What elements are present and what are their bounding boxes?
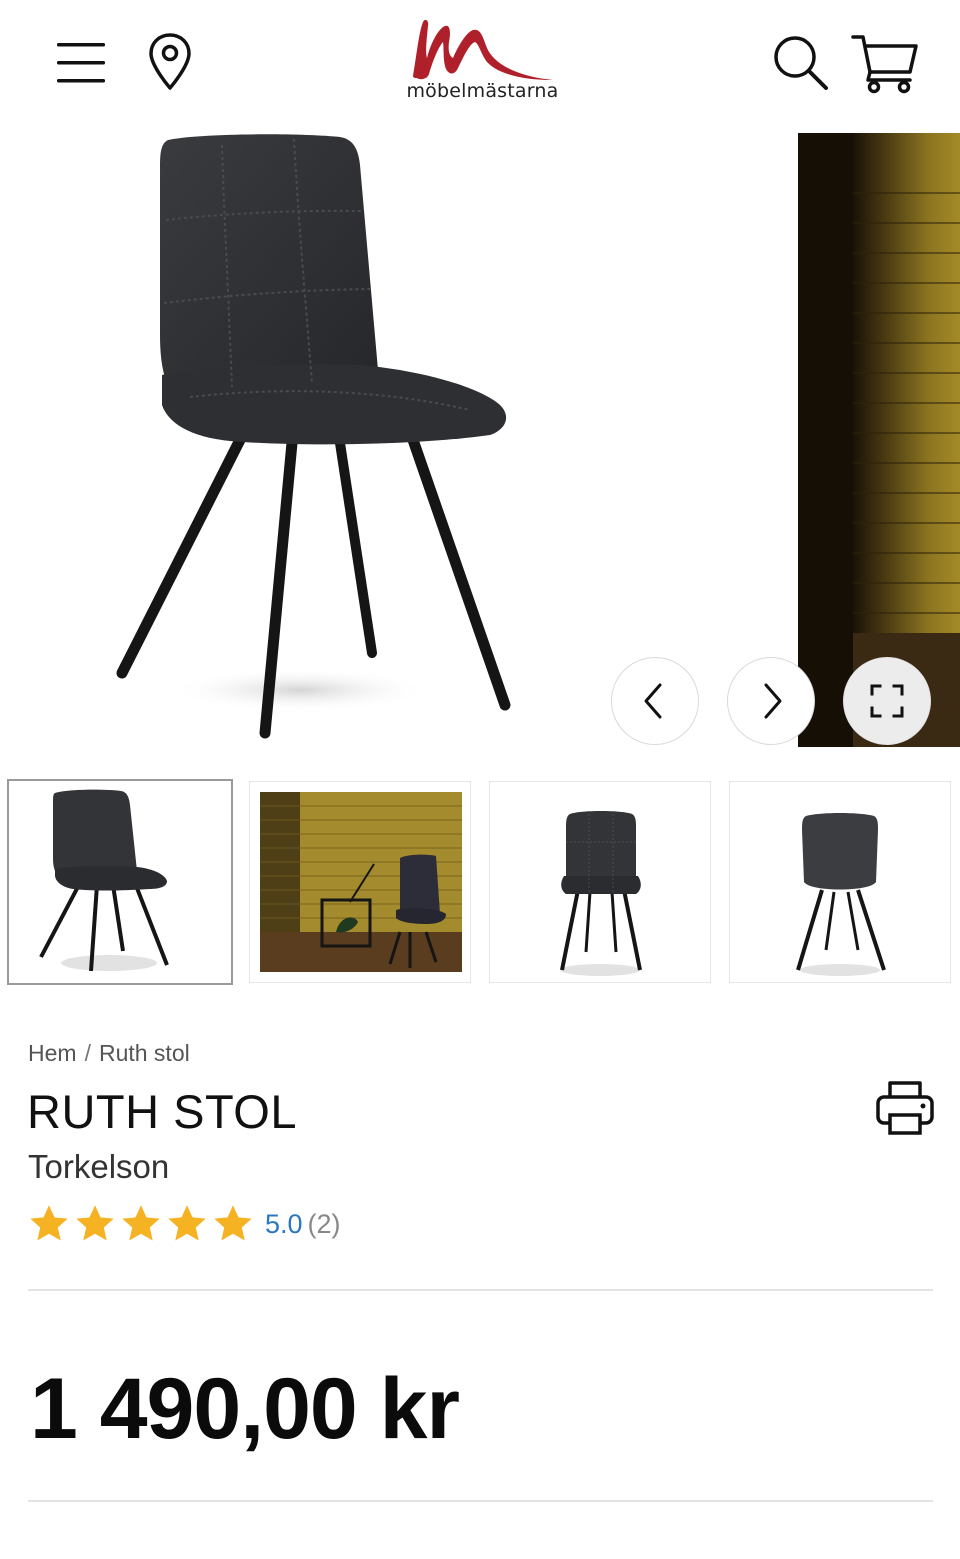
gallery-next-button[interactable] [727, 657, 815, 745]
breadcrumb: Hem / Ruth stol [28, 1040, 190, 1067]
product-rating[interactable]: 5.0 (2) [27, 1200, 341, 1248]
divider [28, 1500, 933, 1502]
brand-logo[interactable]: möbelmästarna [395, 14, 570, 114]
divider [28, 1289, 933, 1291]
chair-wall-thumbnail-image [260, 792, 462, 972]
gallery-slide-main[interactable] [0, 125, 680, 747]
brand-logo-mark [412, 19, 553, 80]
printer-icon[interactable] [874, 1077, 936, 1139]
fullscreen-icon [870, 684, 904, 718]
thumbnail-4[interactable] [729, 781, 951, 983]
gallery-fullscreen-button[interactable] [843, 657, 931, 745]
rating-stars [27, 1202, 255, 1246]
chair-back-thumbnail-image [796, 813, 886, 976]
rating-value[interactable]: 5.0 [265, 1209, 303, 1240]
thumbnail-2[interactable] [249, 781, 471, 983]
breadcrumb-home[interactable]: Hem [28, 1040, 77, 1066]
menu-icon[interactable] [55, 40, 107, 86]
thumbnail-3[interactable] [489, 781, 711, 983]
chevron-right-icon [764, 683, 782, 719]
star-icon [30, 1205, 68, 1241]
brand-name: möbelmästarna [406, 80, 559, 102]
gallery-prev-button[interactable] [611, 657, 699, 745]
chair-image [116, 134, 511, 739]
location-pin-icon[interactable] [146, 32, 194, 92]
cart-icon[interactable] [850, 32, 920, 94]
product-image-gallery[interactable] [0, 125, 960, 747]
product-brand[interactable]: Torkelson [28, 1148, 169, 1186]
gallery-slide-next[interactable] [798, 133, 960, 747]
star-icon [214, 1205, 252, 1241]
rating-count: (2) [307, 1208, 341, 1239]
breadcrumb-separator: / [84, 1040, 91, 1066]
breadcrumb-current: Ruth stol [98, 1040, 190, 1066]
chevron-left-icon [644, 683, 662, 719]
site-header: möbelmästarna [0, 0, 960, 125]
product-price: 1 490,00 kr [30, 1361, 460, 1457]
star-icon [168, 1205, 206, 1241]
thumbnail-strip [0, 778, 960, 988]
star-icon [122, 1205, 160, 1241]
chair-wall-image [798, 133, 960, 747]
chair-front-thumbnail-image [560, 811, 642, 976]
chair-thumbnail-image [39, 789, 169, 972]
search-icon[interactable] [770, 32, 830, 92]
star-icon [76, 1205, 114, 1241]
product-title: RUTH STOL [27, 1085, 297, 1138]
thumbnail-1[interactable] [7, 779, 233, 985]
